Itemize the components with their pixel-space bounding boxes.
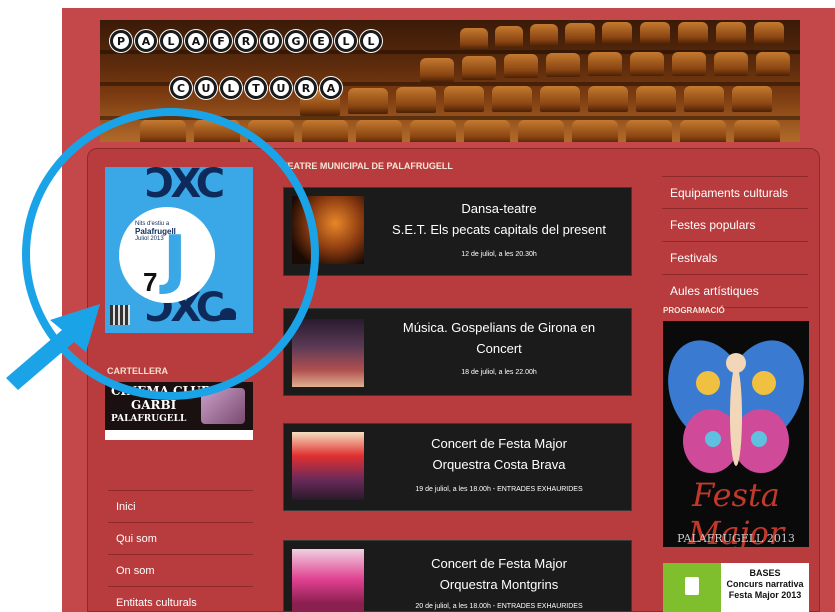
logo-letter: C bbox=[170, 77, 192, 99]
event-card[interactable]: Música. Gospelians de Girona en Concert … bbox=[283, 308, 632, 396]
logo-letter: U bbox=[260, 30, 282, 52]
logo-letter: E bbox=[310, 30, 332, 52]
logo-letter: A bbox=[320, 77, 342, 99]
logo-letter: F bbox=[210, 30, 232, 52]
sidebar-item-equipaments-culturals[interactable]: Equipaments culturals bbox=[662, 176, 808, 209]
logo-letter: A bbox=[135, 30, 157, 52]
event-card[interactable]: Concert de Festa Major Orquestra Montgri… bbox=[283, 540, 632, 612]
nav-item-inici[interactable]: Inici bbox=[108, 490, 253, 522]
event-title[interactable]: Dansa-teatre S.E.T. Els pecats capitals … bbox=[374, 198, 624, 240]
sidebar-item-festes-populars[interactable]: Festes populars bbox=[662, 209, 808, 242]
main-nav: Inici Qui som On som Entitats culturals bbox=[108, 490, 253, 612]
logo-letter: L bbox=[335, 30, 357, 52]
bases-text: BASES Concurs narrativa Festa Major 2013 bbox=[726, 568, 804, 600]
programacio-heading: PROGRAMACIÓ bbox=[663, 306, 725, 315]
event-title[interactable]: Concert de Festa Major Orquestra Montgri… bbox=[374, 553, 624, 595]
pointer-arrow-icon bbox=[6, 304, 100, 390]
event-date: 18 de juliol, a les 22.00h bbox=[461, 369, 537, 376]
nav-item-entitats-culturals[interactable]: Entitats culturals bbox=[108, 586, 253, 612]
sidebar-item-festivals[interactable]: Festivals bbox=[662, 242, 808, 275]
logo-letter: P bbox=[110, 30, 132, 52]
event-thumbnail[interactable] bbox=[292, 432, 364, 500]
site-logo-line1[interactable]: P A L A F R U G E L L bbox=[110, 30, 382, 52]
logo-letter: T bbox=[245, 77, 267, 99]
logo-letter: L bbox=[220, 77, 242, 99]
logo-letter: R bbox=[295, 77, 317, 99]
event-title[interactable]: Música. Gospelians de Girona en Concert bbox=[374, 317, 624, 359]
section-title: TEATRE MUNICIPAL DE PALAFRUGELL bbox=[282, 161, 453, 171]
sidebar-menu: Equipaments culturals Festes populars Fe… bbox=[662, 176, 808, 308]
bases-concurs-banner[interactable]: BASES Concurs narrativa Festa Major 2013 bbox=[663, 563, 809, 612]
logo-letter: L bbox=[160, 30, 182, 52]
nav-item-on-som[interactable]: On som bbox=[108, 554, 253, 586]
logo-letter: U bbox=[195, 77, 217, 99]
event-title[interactable]: Concert de Festa Major Orquestra Costa B… bbox=[374, 433, 624, 475]
logo-letter: A bbox=[185, 30, 207, 52]
event-date: 12 de juliol, a les 20.30h bbox=[461, 251, 537, 258]
event-thumbnail[interactable] bbox=[292, 319, 364, 387]
nav-item-qui-som[interactable]: Qui som bbox=[108, 522, 253, 554]
sidebar-item-aules-artistiques[interactable]: Aules artístiques bbox=[662, 275, 808, 308]
poster-footer: PALAFRUGELL 2013 bbox=[677, 532, 795, 545]
logo-letter: U bbox=[270, 77, 292, 99]
event-thumbnail[interactable] bbox=[292, 549, 364, 612]
event-date: 20 de juliol, a les 18.00h - ENTRADES EX… bbox=[415, 603, 583, 610]
festa-major-poster[interactable]: Festa Major PALAFRUGELL 2013 bbox=[663, 321, 809, 547]
event-card[interactable]: Concert de Festa Major Orquestra Costa B… bbox=[283, 423, 632, 511]
logo-letter: G bbox=[285, 30, 307, 52]
document-icon bbox=[685, 577, 699, 595]
logo-letter: L bbox=[360, 30, 382, 52]
logo-letter: R bbox=[235, 30, 257, 52]
event-card[interactable]: Dansa-teatre S.E.T. Els pecats capitals … bbox=[283, 187, 632, 276]
site-logo-line2[interactable]: C U L T U R A bbox=[170, 77, 342, 99]
event-date: 19 de juliol, a les 18.00h - ENTRADES EX… bbox=[415, 486, 583, 493]
